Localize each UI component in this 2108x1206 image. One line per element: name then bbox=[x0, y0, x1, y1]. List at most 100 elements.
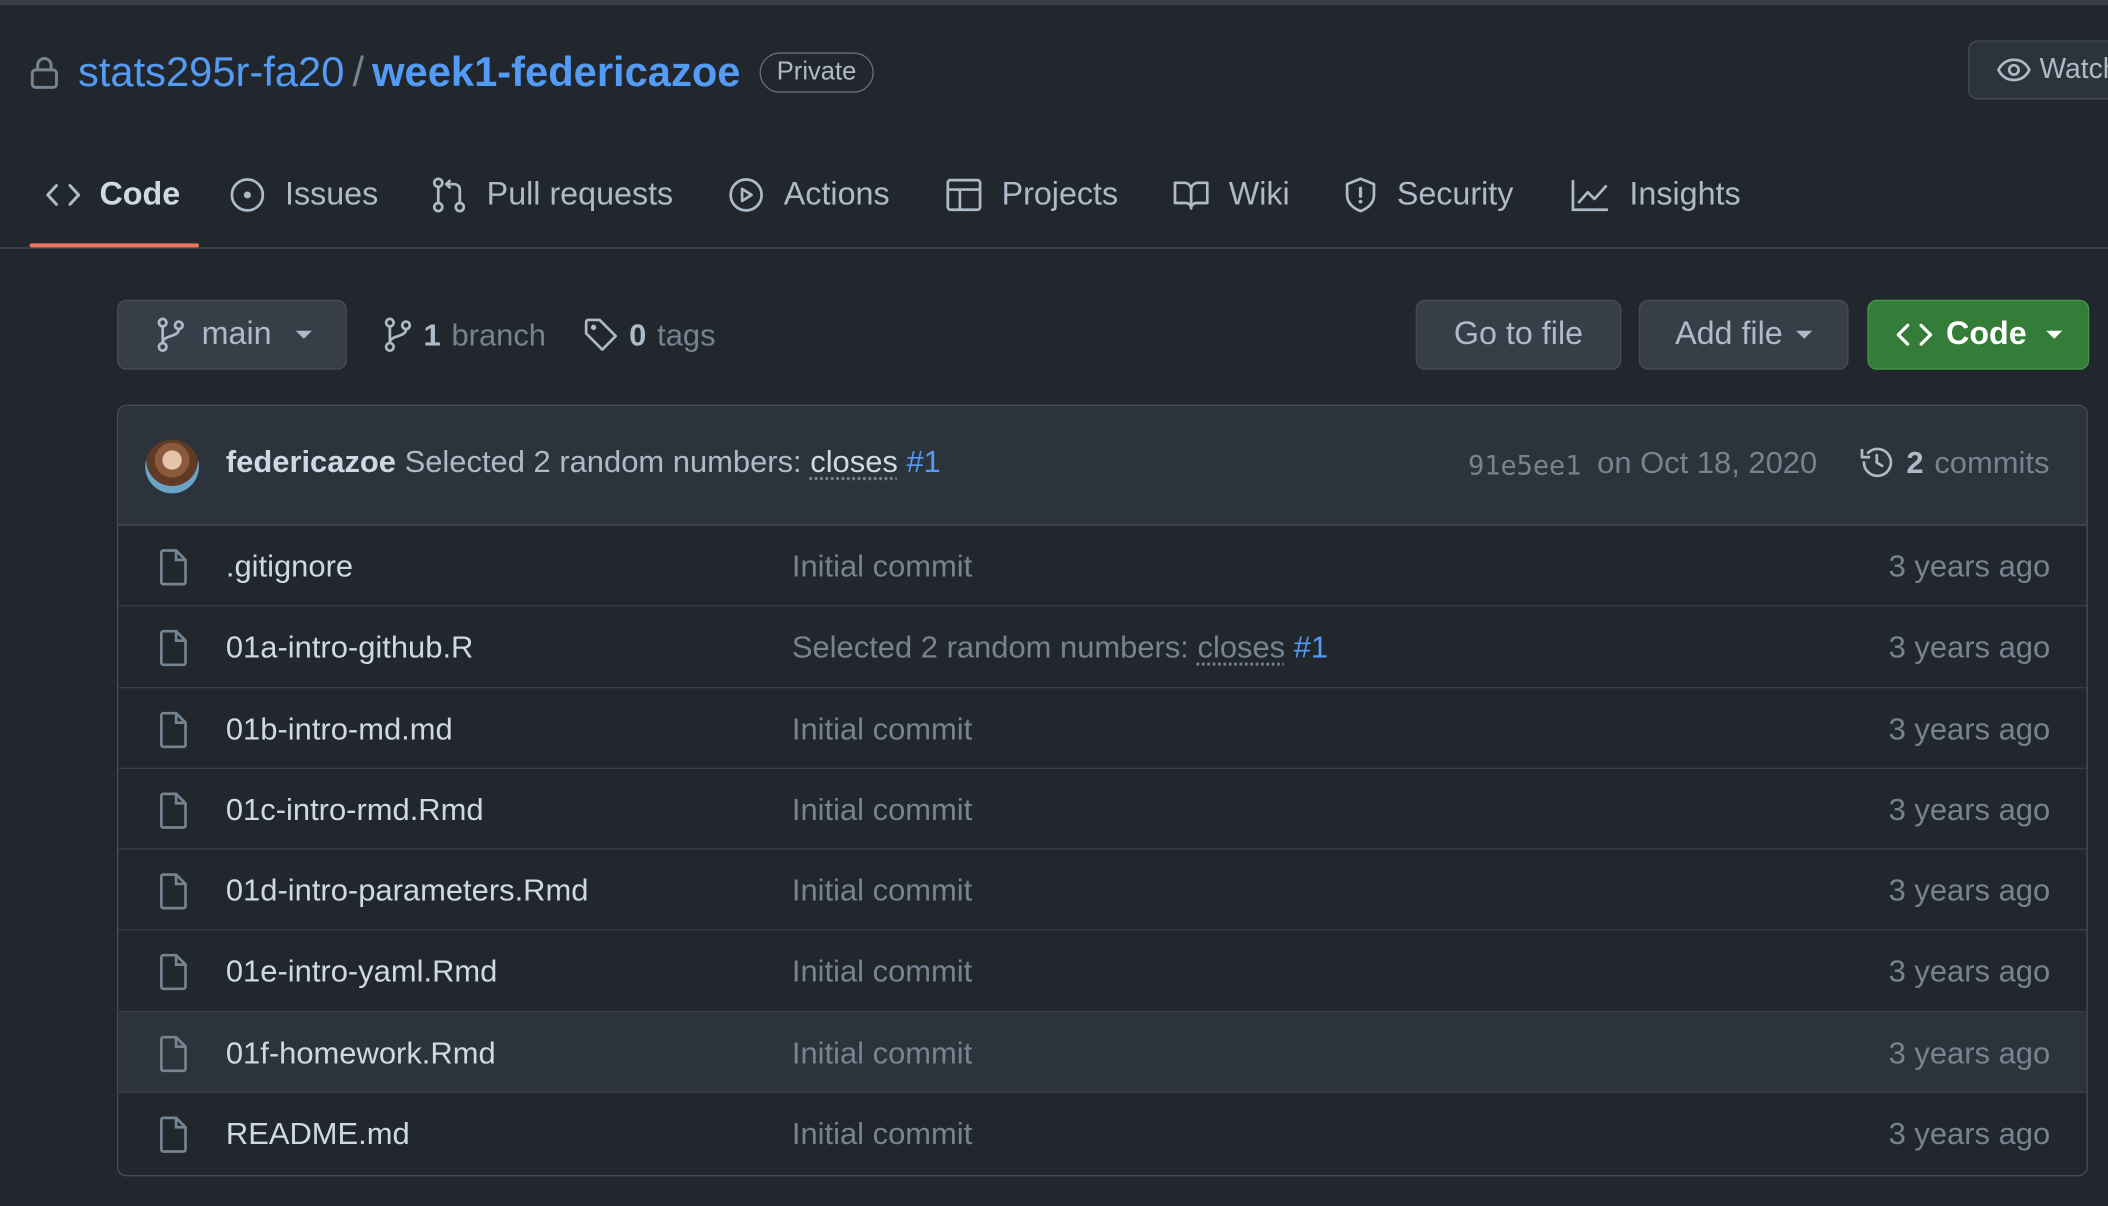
file-icon bbox=[159, 792, 189, 830]
file-name-link[interactable]: 01a-intro-github.R bbox=[226, 630, 474, 666]
file-row: 01f-homework.Rmd Initial commit 3 years ag… bbox=[118, 1012, 2087, 1094]
play-icon bbox=[727, 176, 765, 214]
tab-label: Projects bbox=[1001, 176, 1119, 213]
book-icon bbox=[1172, 177, 1210, 212]
file-icon bbox=[159, 711, 189, 749]
issue-link[interactable]: #1 bbox=[906, 444, 940, 479]
tab-label: Pull requests bbox=[486, 176, 674, 213]
history-icon bbox=[1858, 444, 1896, 482]
repo-header: stats295r-fa20 / week1-federicazoe Priva… bbox=[30, 40, 874, 105]
lock-icon bbox=[30, 55, 60, 90]
table-icon bbox=[945, 176, 983, 214]
tab-projects[interactable]: Projects bbox=[945, 145, 1118, 244]
graph-icon bbox=[1570, 177, 1610, 212]
watch-button[interactable]: Watch bbox=[1968, 40, 2108, 100]
tab-security[interactable]: Security bbox=[1343, 145, 1513, 244]
tags-link[interactable]: 0 tags bbox=[583, 312, 716, 358]
file-age: 3 years ago bbox=[1888, 710, 2051, 746]
closes-keyword: closes bbox=[810, 443, 898, 479]
git-branch-icon bbox=[383, 317, 413, 352]
tab-label: Issues bbox=[285, 176, 379, 213]
tab-label: Security bbox=[1396, 176, 1514, 213]
shield-icon bbox=[1343, 176, 1378, 214]
git-branch-icon bbox=[156, 317, 186, 352]
file-icon bbox=[159, 1116, 189, 1154]
path-separator: / bbox=[352, 48, 365, 96]
tab-insights[interactable]: Insights bbox=[1570, 145, 1741, 244]
tab-code[interactable]: Code bbox=[29, 145, 199, 248]
code-download-button[interactable]: Code bbox=[1867, 299, 2090, 370]
commit-sha-link[interactable]: 91e5ee1 bbox=[1468, 449, 1581, 481]
latest-commit-bar: federicazoe Selected 2 random numbers: c… bbox=[118, 406, 2087, 526]
file-icon bbox=[159, 873, 189, 911]
commit-author-link[interactable]: federicazoe bbox=[226, 444, 396, 479]
code-icon bbox=[46, 181, 81, 208]
chevron-down-icon bbox=[1796, 330, 1813, 339]
file-name-link[interactable]: 01d-intro-parameters.Rmd bbox=[226, 873, 589, 909]
chevron-down-icon bbox=[2045, 330, 2062, 339]
avatar[interactable] bbox=[145, 439, 199, 494]
file-commit-message-link[interactable]: Initial commit bbox=[792, 1116, 972, 1151]
file-commit-message: Initial commit bbox=[792, 549, 972, 585]
latest-commit-message: federicazoe Selected 2 random numbers: c… bbox=[226, 444, 941, 480]
file-age: 3 years ago bbox=[1888, 548, 2051, 584]
file-age: 3 years ago bbox=[1888, 791, 2051, 827]
file-commit-message-link[interactable]: Selected 2 random numbers: bbox=[792, 630, 1189, 665]
repo-owner-link[interactable]: stats295r-fa20 bbox=[78, 48, 344, 96]
branches-link[interactable]: 1 branch bbox=[383, 312, 546, 358]
commit-count: 2 bbox=[1906, 444, 1924, 480]
visibility-badge: Private bbox=[759, 52, 874, 93]
tab-issues[interactable]: Issues bbox=[229, 145, 379, 244]
file-name-link[interactable]: 01f-homework.Rmd bbox=[226, 1035, 496, 1071]
tab-actions[interactable]: Actions bbox=[727, 145, 890, 244]
branch-select-button[interactable]: main bbox=[116, 299, 347, 370]
file-name-link[interactable]: .gitignore bbox=[226, 549, 353, 585]
file-age: 3 years ago bbox=[1888, 872, 2051, 908]
file-commit-message: Initial commit bbox=[792, 792, 972, 828]
tab-wiki[interactable]: Wiki bbox=[1172, 145, 1290, 244]
file-commit-message-link[interactable]: Initial commit bbox=[792, 954, 972, 989]
file-row: 01b-intro-md.md Initial commit 3 years ago bbox=[118, 688, 2087, 769]
file-row: .gitignore Initial commit 3 years ago bbox=[118, 526, 2087, 607]
file-name-link[interactable]: 01e-intro-yaml.Rmd bbox=[226, 954, 498, 990]
file-commit-message: Initial commit bbox=[792, 954, 972, 990]
file-name-link[interactable]: README.md bbox=[226, 1116, 410, 1152]
file-commit-message-link[interactable]: Initial commit bbox=[792, 792, 972, 827]
file-commit-message-link[interactable]: Initial commit bbox=[792, 1035, 972, 1070]
tab-label: Wiki bbox=[1228, 176, 1290, 213]
tab-pull-requests[interactable]: Pull requests bbox=[430, 145, 673, 244]
file-icon bbox=[159, 954, 189, 992]
file-commit-message: Initial commit bbox=[792, 873, 972, 909]
add-file-label: Add file bbox=[1675, 315, 1783, 353]
repo-name-link[interactable]: week1-federicazoe bbox=[372, 48, 740, 96]
commits-history-link[interactable]: 2 commits bbox=[1858, 444, 2049, 482]
file-commit-message-link[interactable]: Initial commit bbox=[792, 549, 972, 584]
chevron-down-icon bbox=[295, 330, 312, 339]
closes-keyword: closes bbox=[1197, 629, 1286, 665]
file-commit-message-link[interactable]: Initial commit bbox=[792, 873, 972, 908]
file-list: .gitignore Initial commit 3 years ago 01a-i… bbox=[118, 526, 2087, 1175]
code-button-label: Code bbox=[1946, 315, 2027, 353]
tab-label: Actions bbox=[783, 176, 890, 213]
issue-link[interactable]: #1 bbox=[1294, 630, 1328, 665]
commit-message-link[interactable]: Selected 2 random numbers: bbox=[405, 444, 802, 479]
file-row: 01c-intro-rmd.Rmd Initial commit 3 years a… bbox=[118, 769, 2087, 850]
go-to-file-button[interactable]: Go to file bbox=[1415, 299, 1622, 370]
file-name-link[interactable]: 01c-intro-rmd.Rmd bbox=[226, 792, 484, 828]
tag-count: 0 bbox=[629, 316, 647, 352]
tag-label: tags bbox=[657, 316, 716, 352]
file-age: 3 years ago bbox=[1888, 953, 2051, 989]
file-commit-message-link[interactable]: Initial commit bbox=[792, 711, 972, 746]
file-commit-message: Initial commit bbox=[792, 1116, 972, 1152]
add-file-button[interactable]: Add file bbox=[1638, 299, 1849, 370]
file-row: 01e-intro-yaml.Rmd Initial commit 3 years … bbox=[118, 931, 2087, 1013]
file-icon bbox=[159, 549, 189, 587]
tab-label: Insights bbox=[1629, 176, 1741, 213]
branch-label: branch bbox=[451, 316, 546, 352]
git-pull-request-icon bbox=[430, 176, 468, 214]
issue-opened-icon bbox=[229, 176, 267, 214]
watch-label: Watch bbox=[2039, 53, 2108, 85]
file-commit-message: Initial commit bbox=[792, 1035, 972, 1071]
branch-name: main bbox=[201, 315, 272, 353]
file-name-link[interactable]: 01b-intro-md.md bbox=[226, 711, 453, 747]
